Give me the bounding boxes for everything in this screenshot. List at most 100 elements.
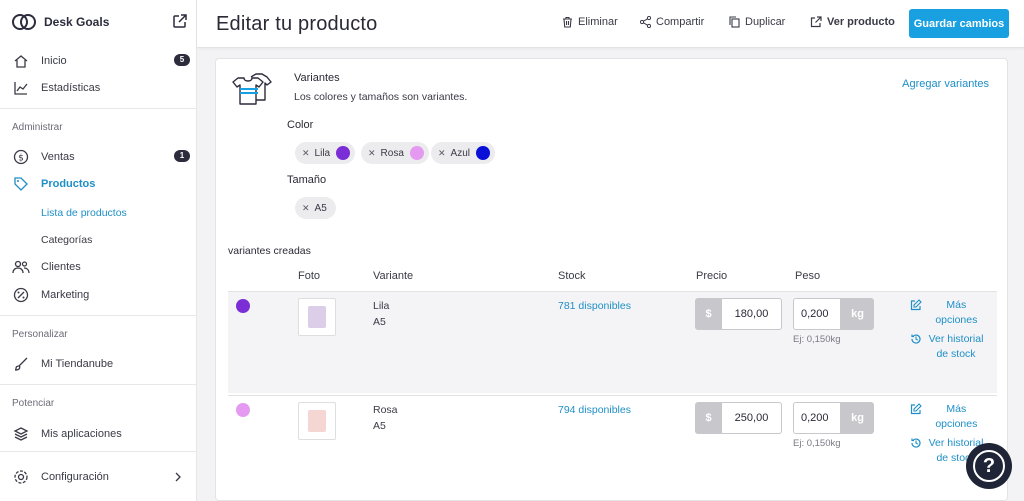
notification-badge: 5 (174, 54, 190, 66)
remove-icon[interactable]: ✕ (368, 148, 376, 159)
tag-icon (12, 175, 30, 193)
share-icon (640, 16, 651, 28)
section-personalizar: Personalizar (12, 329, 68, 340)
variant-photo[interactable] (298, 298, 336, 336)
sidebar-subitem-lista-productos[interactable]: Lista de productos (41, 207, 127, 219)
remove-icon[interactable]: ✕ (438, 148, 446, 159)
duplicate-label: Duplicar (745, 16, 786, 28)
sidebar-item-configuracion[interactable]: Configuración (12, 467, 190, 487)
variant-name: Rosa A5 (373, 402, 398, 434)
svg-text:$: $ (18, 154, 24, 164)
weight-hint: Ej: 0,150kg (793, 438, 841, 449)
color-swatch (409, 146, 424, 160)
sidebar-item-productos[interactable]: Productos (12, 174, 190, 194)
apps-icon (12, 425, 30, 443)
variant-color-name: Lila (373, 300, 390, 312)
price-input[interactable]: 180,00 (722, 298, 782, 330)
color-chip-rosa[interactable]: ✕ Rosa (361, 142, 429, 164)
variant-size-name: A5 (373, 316, 386, 328)
edit-icon (910, 402, 923, 432)
remove-icon[interactable]: ✕ (302, 148, 310, 159)
external-link-icon[interactable] (172, 13, 188, 29)
sidebar-item-inicio[interactable]: Inicio 5 (12, 51, 190, 71)
notification-badge: 1 (174, 150, 190, 162)
sidebar-subitem-categorias[interactable]: Categorías (41, 234, 92, 246)
help-button[interactable]: ? (966, 443, 1012, 489)
variant-color-dot (236, 403, 250, 417)
help-icon: ? (973, 450, 1005, 482)
external-link-icon (810, 16, 822, 28)
table-row: Lila A5 781 disponibles $ 180,00 0,200 k… (228, 291, 997, 393)
sidebar-item-label: Inicio (41, 55, 67, 67)
stock-link[interactable]: 781 disponibles (558, 300, 631, 312)
history-icon (910, 436, 922, 466)
sidebar-item-label: Ventas (41, 151, 75, 163)
sidebar-item-mis-aplicaciones[interactable]: Mis aplicaciones (12, 424, 190, 444)
sidebar-item-mi-tiendanube[interactable]: Mi Tiendanube (12, 354, 190, 374)
weight-input[interactable]: 0,200 (793, 298, 841, 330)
view-product-button[interactable]: Ver producto (810, 16, 895, 28)
price-input[interactable]: 250,00 (722, 402, 782, 434)
sidebar-item-marketing[interactable]: Marketing (12, 285, 190, 305)
price-input-group[interactable]: $ 180,00 (695, 298, 782, 330)
color-label: Color (287, 119, 314, 131)
sidebar-item-ventas[interactable]: $ Ventas 1 (12, 147, 190, 167)
section-potenciar: Potenciar (12, 398, 55, 409)
more-options-label: Más opciones (935, 299, 978, 326)
stock-history-link[interactable]: Ver historial de stock (910, 332, 988, 362)
sidebar: Desk Goals Inicio 5 Estadísticas Adminis… (0, 0, 197, 501)
sidebar-item-label: Productos (41, 178, 96, 190)
more-options-link[interactable]: Más opciones (910, 402, 988, 432)
size-chip-a5[interactable]: ✕ A5 (295, 197, 336, 219)
sidebar-item-estadisticas[interactable]: Estadísticas (12, 78, 190, 98)
variant-photo[interactable] (298, 402, 336, 440)
currency-addon: $ (695, 402, 722, 434)
weight-input[interactable]: 0,200 (793, 402, 841, 434)
tshirts-icon (232, 73, 272, 105)
price-input-group[interactable]: $ 250,00 (695, 402, 782, 434)
brand[interactable]: Desk Goals (12, 11, 188, 33)
column-stock: Stock (558, 270, 586, 282)
divider (0, 315, 196, 316)
chip-label: Lila (314, 147, 331, 159)
stock-link[interactable]: 794 disponibles (558, 404, 631, 416)
duplicate-button[interactable]: Duplicar (729, 16, 785, 28)
weight-input-group[interactable]: 0,200 kg (793, 298, 874, 330)
share-label: Compartir (656, 16, 705, 28)
copy-icon (729, 16, 740, 28)
more-options-link[interactable]: Más opciones (910, 298, 988, 328)
dollar-icon: $ (12, 148, 30, 166)
variants-card: Variantes Los colores y tamaños son vari… (215, 58, 1008, 501)
view-product-label: Ver producto (827, 16, 895, 28)
table-row: Rosa A5 794 disponibles $ 250,00 0,200 k… (228, 395, 997, 501)
stock-history-label: Ver historial de stock (928, 333, 984, 360)
brand-logo-icon (12, 12, 38, 32)
size-label: Tamaño (287, 174, 327, 186)
created-variants-label: variantes creadas (228, 245, 311, 257)
delete-label: Eliminar (578, 16, 618, 28)
variant-size-name: A5 (373, 420, 386, 432)
color-chip-lila[interactable]: ✕ Lila (295, 142, 356, 164)
color-chip-azul[interactable]: ✕ Azul (431, 142, 495, 164)
share-button[interactable]: Compartir (640, 16, 704, 28)
sidebar-item-label: Mi Tiendanube (41, 358, 114, 370)
sidebar-item-label: Configuración (41, 471, 109, 483)
page-title: Editar tu producto (216, 13, 378, 35)
weight-input-group[interactable]: 0,200 kg (793, 402, 874, 434)
sidebar-item-label: Clientes (41, 261, 81, 273)
add-variants-link[interactable]: Agregar variantes (902, 78, 989, 90)
variants-title: Variantes (294, 72, 340, 84)
divider (0, 108, 196, 109)
weight-unit-addon: kg (841, 298, 874, 330)
chip-label: A5 (314, 202, 327, 214)
chart-icon (12, 79, 30, 97)
remove-icon[interactable]: ✕ (302, 203, 310, 214)
section-administrar: Administrar (12, 122, 63, 133)
save-changes-button[interactable]: Guardar cambios (909, 9, 1009, 38)
sidebar-item-label: Marketing (41, 289, 90, 301)
sidebar-item-clientes[interactable]: Clientes (12, 257, 190, 277)
delete-button[interactable]: Eliminar (562, 16, 618, 28)
home-icon (12, 52, 30, 70)
gear-icon (12, 468, 30, 486)
chip-label: Rosa (380, 147, 404, 159)
